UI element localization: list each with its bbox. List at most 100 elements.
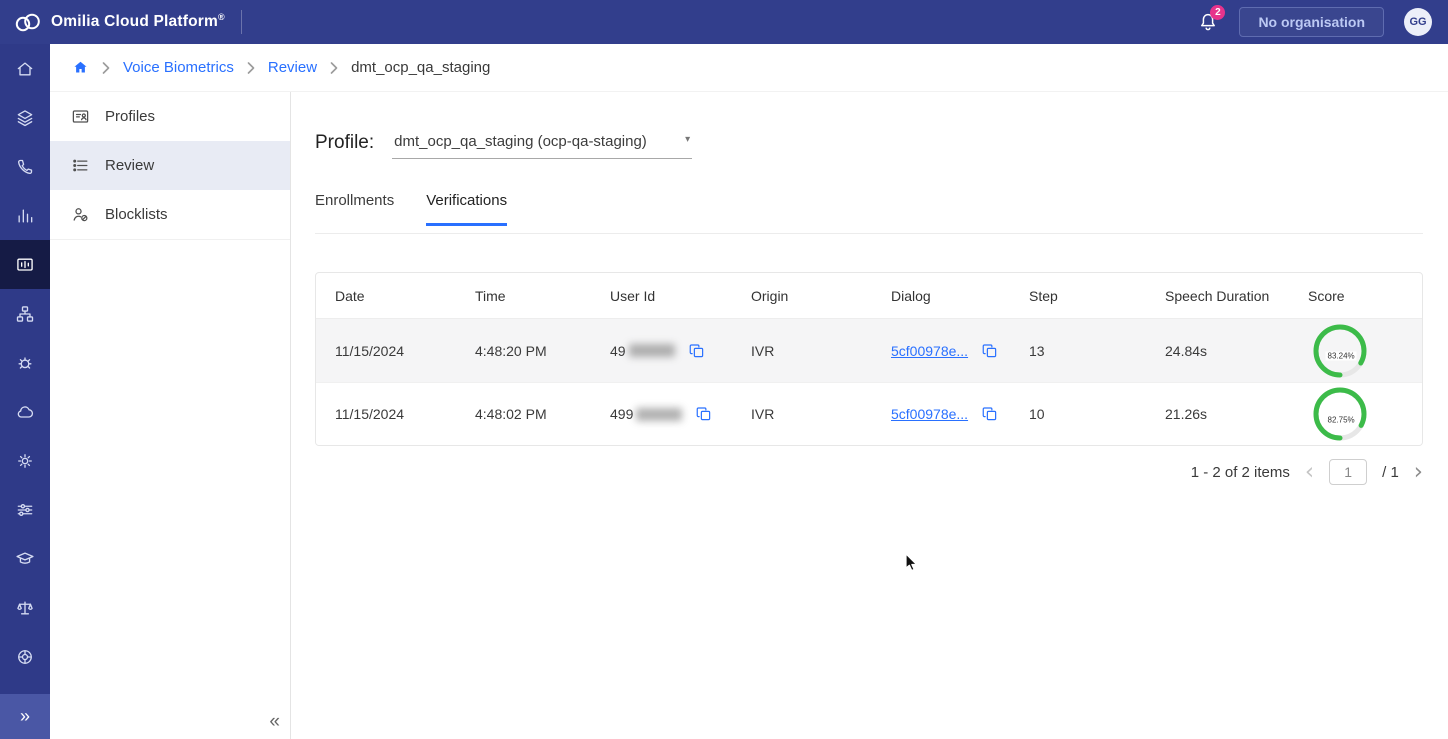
sidebar-item-blocklists[interactable]: Blocklists	[50, 190, 290, 239]
column-header-dialog: Dialog	[872, 288, 1010, 304]
rail-home-icon[interactable]	[0, 44, 50, 93]
page: Omilia Cloud Platform® 2 No organisation…	[0, 0, 1448, 739]
cell-time: 4:48:20 PM	[456, 343, 591, 359]
score-gauge: 83.24%	[1312, 323, 1368, 379]
cell-origin: IVR	[732, 343, 872, 359]
notification-badge: 2	[1210, 5, 1225, 20]
organisation-button[interactable]: No organisation	[1239, 7, 1384, 37]
rail-sitemap-icon[interactable]	[0, 289, 50, 338]
main-content: Profile: dmt_ocp_qa_staging (ocp-qa-stag…	[291, 92, 1448, 739]
review-list-icon	[71, 156, 90, 175]
copy-icon	[688, 342, 706, 360]
rail-bug-icon[interactable]	[0, 338, 50, 387]
table-row: 11/15/2024 4:48:20 PM 49 IVR	[316, 319, 1422, 382]
chevron-right-icon	[102, 62, 110, 74]
pagination-page-input[interactable]	[1329, 459, 1367, 485]
sidebar-collapse-button[interactable]: «	[269, 711, 280, 733]
rail-expand-button[interactable]: »	[0, 694, 50, 739]
copy-icon	[695, 405, 713, 423]
tabs-divider	[315, 233, 1423, 234]
rail-phone-icon[interactable]	[0, 142, 50, 191]
copy-user-id-button[interactable]	[688, 342, 706, 360]
pagination-range-summary: 1 - 2 of 2 items	[1191, 464, 1290, 481]
tab-verifications[interactable]: Verifications	[426, 192, 507, 226]
cell-speech-duration: 24.84s	[1146, 343, 1289, 359]
cell-score: 83.24%	[1289, 323, 1422, 379]
score-gauge: 82.75%	[1312, 386, 1368, 442]
sidebar-item-review[interactable]: Review	[50, 141, 290, 190]
breadcrumb-link-voice-biometrics[interactable]: Voice Biometrics	[123, 59, 234, 76]
sidebar-item-profiles[interactable]: Profiles	[50, 92, 290, 141]
breadcrumb: Voice Biometrics Review dmt_ocp_qa_stagi…	[50, 44, 1448, 92]
rail-voice-biometrics-icon[interactable]	[0, 240, 50, 289]
chevron-right-icon	[330, 62, 338, 74]
top-bar: Omilia Cloud Platform® 2 No organisation…	[0, 0, 1448, 44]
user-id-text: 49	[610, 343, 626, 359]
column-header-score: Score	[1289, 288, 1422, 304]
cell-speech-duration: 21.26s	[1146, 406, 1289, 422]
copy-icon	[981, 342, 999, 360]
table-row: 11/15/2024 4:48:02 PM 499 IVR	[316, 382, 1422, 445]
topbar-actions: 2 No organisation GG	[1197, 7, 1432, 37]
breadcrumb-home-link[interactable]	[72, 59, 89, 76]
user-avatar[interactable]: GG	[1404, 8, 1432, 36]
table-header-row: Date Time User Id Origin Dialog Step Spe…	[316, 273, 1422, 319]
cell-time: 4:48:02 PM	[456, 406, 591, 422]
cell-dialog: 5cf00978e...	[872, 342, 1010, 360]
score-value: 82.75%	[1326, 415, 1357, 424]
registered-mark: ®	[218, 12, 225, 22]
column-header-step: Step	[1010, 288, 1146, 304]
profile-card-icon	[71, 107, 90, 126]
rail-layers-icon[interactable]	[0, 93, 50, 142]
brand-title: Omilia Cloud Platform®	[51, 12, 225, 31]
chevron-down-icon: ▾	[685, 134, 690, 145]
cell-date: 11/15/2024	[316, 406, 456, 422]
verifications-table: Date Time User Id Origin Dialog Step Spe…	[315, 272, 1423, 446]
cell-user-id: 499	[591, 405, 732, 423]
cell-step: 10	[1010, 406, 1146, 422]
sidebar-item-label: Blocklists	[105, 206, 168, 223]
breadcrumb-current: dmt_ocp_qa_staging	[351, 59, 490, 76]
blocklist-person-icon	[71, 205, 90, 224]
rail-legal-scale-icon[interactable]	[0, 583, 50, 632]
tab-bar: Enrollments Verifications	[315, 192, 1423, 226]
chevrons-right-icon: »	[20, 706, 30, 727]
omilia-cloud-logo-icon	[14, 11, 41, 33]
pagination-total-pages: / 1	[1382, 464, 1399, 481]
rail-settings-sliders-icon[interactable]	[0, 485, 50, 534]
dialog-link[interactable]: 5cf00978e...	[891, 343, 968, 359]
section-sidebar: Profiles Review Blocklists «	[50, 92, 291, 739]
cell-origin: IVR	[732, 406, 872, 422]
rail-support-icon[interactable]	[0, 632, 50, 681]
breadcrumb-link-review[interactable]: Review	[268, 59, 317, 76]
copy-dialog-button[interactable]	[981, 342, 999, 360]
app-icon-rail: »	[0, 44, 50, 739]
copy-user-id-button[interactable]	[695, 405, 713, 423]
user-id-text: 499	[610, 406, 633, 422]
notifications-button[interactable]: 2	[1197, 10, 1219, 34]
profile-label: Profile:	[315, 132, 374, 159]
rail-academy-icon[interactable]	[0, 534, 50, 583]
copy-dialog-button[interactable]	[981, 405, 999, 423]
rail-automation-gear-icon[interactable]	[0, 436, 50, 485]
column-header-date: Date	[316, 288, 456, 304]
profile-selector-row: Profile: dmt_ocp_qa_staging (ocp-qa-stag…	[315, 132, 1423, 159]
pagination-prev-button[interactable]: ‹	[1305, 461, 1314, 484]
tab-enrollments[interactable]: Enrollments	[315, 192, 394, 226]
chevron-right-icon	[247, 62, 255, 74]
rail-analytics-icon[interactable]	[0, 191, 50, 240]
sidebar-item-label: Profiles	[105, 108, 155, 125]
cell-step: 13	[1010, 343, 1146, 359]
cell-dialog: 5cf00978e...	[872, 405, 1010, 423]
pagination-next-button[interactable]: ›	[1414, 461, 1423, 484]
profile-select-dropdown[interactable]: dmt_ocp_qa_staging (ocp-qa-staging) ▾	[392, 133, 692, 159]
cell-score: 82.75%	[1289, 386, 1422, 442]
rail-cloud-icon[interactable]	[0, 387, 50, 436]
cell-user-id: 49	[591, 342, 732, 360]
column-header-origin: Origin	[732, 288, 872, 304]
dialog-link[interactable]: 5cf00978e...	[891, 406, 968, 422]
cell-date: 11/15/2024	[316, 343, 456, 359]
column-header-speech-duration: Speech Duration	[1146, 288, 1289, 304]
brand: Omilia Cloud Platform®	[14, 0, 242, 44]
user-id-redacted-blur	[636, 408, 682, 421]
